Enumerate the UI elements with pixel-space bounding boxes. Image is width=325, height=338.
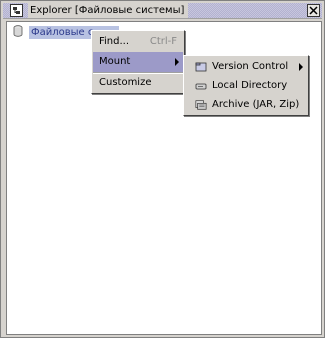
version-control-label: Version Control: [212, 61, 289, 72]
archive-label: Archive (JAR, Zip): [212, 99, 300, 110]
find-shortcut: Ctrl-F: [149, 36, 177, 47]
menu-item-mount[interactable]: Mount: [93, 52, 183, 72]
menu-item-find-label: Find...: [99, 36, 130, 47]
title-bar[interactable]: Explorer [Файловые системы]: [3, 3, 322, 19]
folder-icon: [195, 62, 207, 72]
drive-icon: [195, 83, 207, 90]
mount-submenu: Version Control Local Directory Archive …: [183, 55, 309, 116]
context-menu: Find... Ctrl-F Mount Customize: [91, 30, 185, 94]
close-icon: [309, 6, 318, 15]
menu-item-customize[interactable]: Customize: [93, 73, 183, 93]
local-directory-label: Local Directory: [212, 80, 288, 91]
filesystem-icon: [13, 25, 23, 37]
submenu-item-archive[interactable]: Archive (JAR, Zip): [185, 95, 307, 114]
submenu-arrow-icon: [299, 63, 303, 71]
menu-item-find[interactable]: Find... Ctrl-F: [93, 32, 183, 52]
close-button[interactable]: [307, 4, 320, 17]
menu-item-mount-label: Mount: [99, 56, 131, 67]
submenu-item-version-control[interactable]: Version Control: [185, 57, 307, 76]
submenu-item-local-directory[interactable]: Local Directory: [185, 76, 307, 95]
explorer-icon: [10, 4, 23, 17]
menu-item-customize-label: Customize: [99, 77, 152, 88]
archive-icon: [195, 100, 207, 110]
window-title: Explorer [Файловые системы]: [28, 3, 189, 18]
submenu-arrow-icon: [175, 58, 179, 66]
